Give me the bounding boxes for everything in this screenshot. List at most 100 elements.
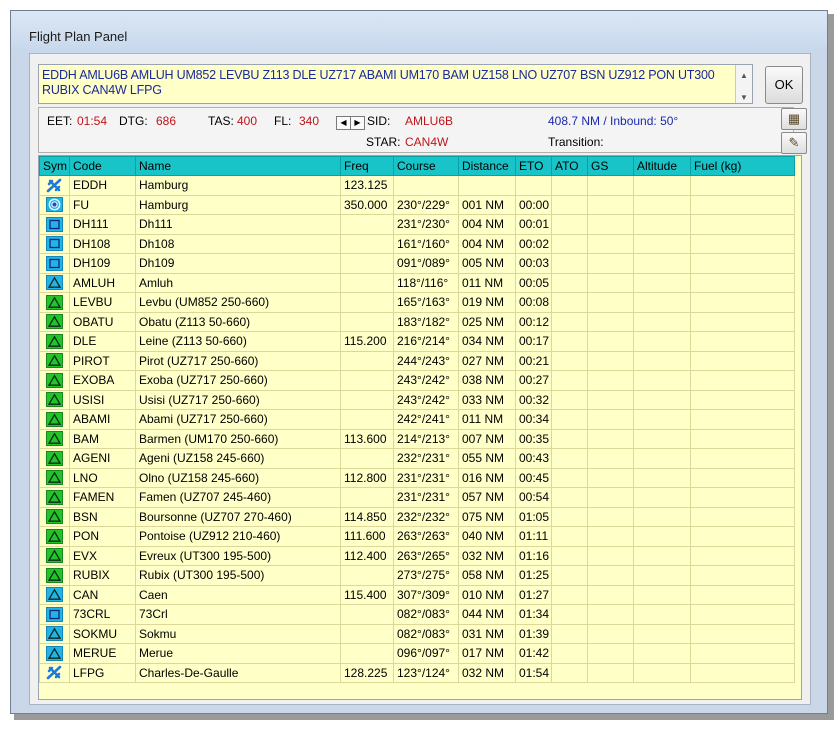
column-header-ato[interactable]: ATO: [551, 156, 588, 176]
eto-cell: 00:21: [515, 350, 552, 371]
table-row[interactable]: DH108 Dh108 161°/160° 004 NM 00:02: [39, 233, 795, 254]
column-header-name[interactable]: Name: [135, 156, 341, 176]
name-cell: Evreux (UT300 195-500): [135, 545, 341, 566]
course-cell: 307°/309°: [393, 584, 459, 605]
column-header-fuel-kg[interactable]: Fuel (kg): [690, 156, 795, 176]
altitude-cell: [633, 604, 691, 625]
eto-cell: 00:00: [515, 194, 552, 215]
ato-cell: [551, 662, 588, 683]
column-header-eto[interactable]: ETO: [515, 156, 552, 176]
column-header-distance[interactable]: Distance: [458, 156, 516, 176]
table-row[interactable]: AGENI Ageni (UZ158 245-660) 232°/231° 055 N…: [39, 448, 795, 469]
distance-cell: 057 NM: [458, 487, 516, 508]
waypoint-triangle-icon: [46, 275, 63, 291]
fuel-cell: [690, 311, 795, 332]
gs-cell: [587, 526, 634, 547]
table-row[interactable]: BAM Barmen (UM170 250-660) 113.600 214°/213…: [39, 428, 795, 449]
symbol-cell: [39, 506, 70, 527]
freq-cell: [340, 253, 394, 274]
code-cell: EVX: [69, 545, 136, 566]
name-cell: Olno (UZ158 245-660): [135, 467, 341, 488]
airport-icon: [46, 665, 63, 680]
table-row[interactable]: USISI Usisi (UZ717 250-660) 243°/242° 033 N…: [39, 389, 795, 410]
eto-cell: 01:39: [515, 623, 552, 644]
fuel-cell: [690, 194, 795, 215]
eto-cell: 00:12: [515, 311, 552, 332]
column-header-code[interactable]: Code: [69, 156, 136, 176]
table-row[interactable]: OBATU Obatu (Z113 50-660) 183°/182° 025 NM 0…: [39, 311, 795, 332]
altitude-cell: [633, 623, 691, 644]
freq-cell: 112.400: [340, 545, 394, 566]
table-row[interactable]: LFPG Charles-De-Gaulle 128.225 123°/124° 032…: [39, 662, 795, 683]
code-cell: ABAMI: [69, 409, 136, 430]
scroll-up-icon[interactable]: ▲: [740, 68, 748, 83]
waypoint-triangle-icon: [46, 450, 63, 466]
code-cell: LNO: [69, 467, 136, 488]
calculator-icon[interactable]: ▦: [781, 108, 807, 130]
table-row[interactable]: RUBIX Rubix (UT300 195-500) 273°/275° 058 N…: [39, 565, 795, 586]
fuel-cell: [690, 565, 795, 586]
table-row[interactable]: LEVBU Levbu (UM852 250-660) 165°/163° 019 N…: [39, 292, 795, 313]
ok-button[interactable]: OK: [765, 66, 803, 104]
table-row[interactable]: DLE Leine (Z113 50-660) 115.200 216°/214° 03…: [39, 331, 795, 352]
name-cell: Boursonne (UZ707 270-460): [135, 506, 341, 527]
freq-cell: [340, 214, 394, 235]
fl-spinner: ◀ ▶: [336, 116, 365, 130]
waypoint-triangle-icon: [46, 314, 63, 330]
route-textbox[interactable]: EDDH AMLU6B AMLUH UM852 LEVBU Z113 DLE U…: [38, 64, 753, 104]
table-row[interactable]: FAMEN Famen (UZ707 245-460) 231°/231° 057 N…: [39, 487, 795, 508]
star-value[interactable]: CAN4W: [405, 135, 448, 149]
table-row[interactable]: BSN Boursonne (UZ707 270-460) 114.850 232°/…: [39, 506, 795, 527]
code-cell: 73CRL: [69, 604, 136, 625]
altitude-cell: [633, 175, 691, 196]
table-row[interactable]: CAN Caen 115.400 307°/309° 010 NM 01:27: [39, 584, 795, 605]
column-header-freq[interactable]: Freq: [340, 156, 394, 176]
table-row[interactable]: ABAMI Abami (UZ717 250-660) 242°/241° 011 N…: [39, 409, 795, 430]
route-scrollbar[interactable]: ▲ ▼: [735, 65, 752, 103]
arrow-right-icon[interactable]: ▶: [350, 116, 365, 130]
table-row[interactable]: EDDH Hamburg 123.125: [39, 175, 795, 196]
column-header-course[interactable]: Course: [393, 156, 459, 176]
distance-inbound-summary: 408.7 NM / Inbound: 50°: [548, 114, 679, 128]
freq-cell: [340, 604, 394, 625]
column-header-altitude[interactable]: Altitude: [633, 156, 691, 176]
column-header-sym[interactable]: Sym: [39, 156, 70, 176]
table-row[interactable]: LNO Olno (UZ158 245-660) 112.800 231°/231° 0…: [39, 467, 795, 488]
freq-cell: [340, 370, 394, 391]
distance-cell: 038 NM: [458, 370, 516, 391]
column-header-gs[interactable]: GS: [587, 156, 634, 176]
table-row[interactable]: PIROT Pirot (UZ717 250-660) 244°/243° 027 N…: [39, 350, 795, 371]
name-cell: Pirot (UZ717 250-660): [135, 350, 341, 371]
gs-cell: [587, 448, 634, 469]
table-row[interactable]: AMLUH Amluh 118°/116° 011 NM 00:05: [39, 272, 795, 293]
table-row[interactable]: SOKMU Sokmu 082°/083° 031 NM 01:39: [39, 623, 795, 644]
code-cell: DLE: [69, 331, 136, 352]
title-bar[interactable]: Flight Plan Panel: [11, 11, 827, 51]
table-row[interactable]: DH109 Dh109 091°/089° 005 NM 00:03: [39, 253, 795, 274]
gs-cell: [587, 584, 634, 605]
altitude-cell: [633, 643, 691, 664]
arrow-left-icon[interactable]: ◀: [336, 116, 351, 130]
table-row[interactable]: EVX Evreux (UT300 195-500) 112.400 263°/265…: [39, 545, 795, 566]
table-row[interactable]: PON Pontoise (UZ912 210-460) 111.600 263°/2…: [39, 526, 795, 547]
table-row[interactable]: DH111 Dh111 231°/230° 004 NM 00:01: [39, 214, 795, 235]
fuel-cell: [690, 448, 795, 469]
waypoint-grid[interactable]: Sym Code Name Freq Course Distance ETO ATO GS Alt…: [38, 155, 802, 700]
table-row[interactable]: EXOBA Exoba (UZ717 250-660) 243°/242° 038 N…: [39, 370, 795, 391]
name-cell: Usisi (UZ717 250-660): [135, 389, 341, 410]
fuel-cell: [690, 409, 795, 430]
sid-value[interactable]: AMLU6B: [405, 114, 453, 128]
table-row[interactable]: 73CRL 73Crl 082°/083° 044 NM 01:34: [39, 604, 795, 625]
freq-cell: 128.225: [340, 662, 394, 683]
table-row[interactable]: MERUE Merue 096°/097° 017 NM 01:42: [39, 643, 795, 664]
symbol-cell: [39, 448, 70, 469]
eto-cell: 01:05: [515, 506, 552, 527]
eto-cell: [515, 175, 552, 196]
table-row[interactable]: FU Hamburg 350.000 230°/229° 001 NM 00:00: [39, 194, 795, 215]
waypoint-triangle-icon: [46, 587, 63, 603]
scroll-down-icon[interactable]: ▼: [740, 90, 748, 105]
tools-icon[interactable]: ✎: [781, 132, 807, 154]
course-cell: 183°/182°: [393, 311, 459, 332]
symbol-cell: [39, 292, 70, 313]
code-cell: LEVBU: [69, 292, 136, 313]
